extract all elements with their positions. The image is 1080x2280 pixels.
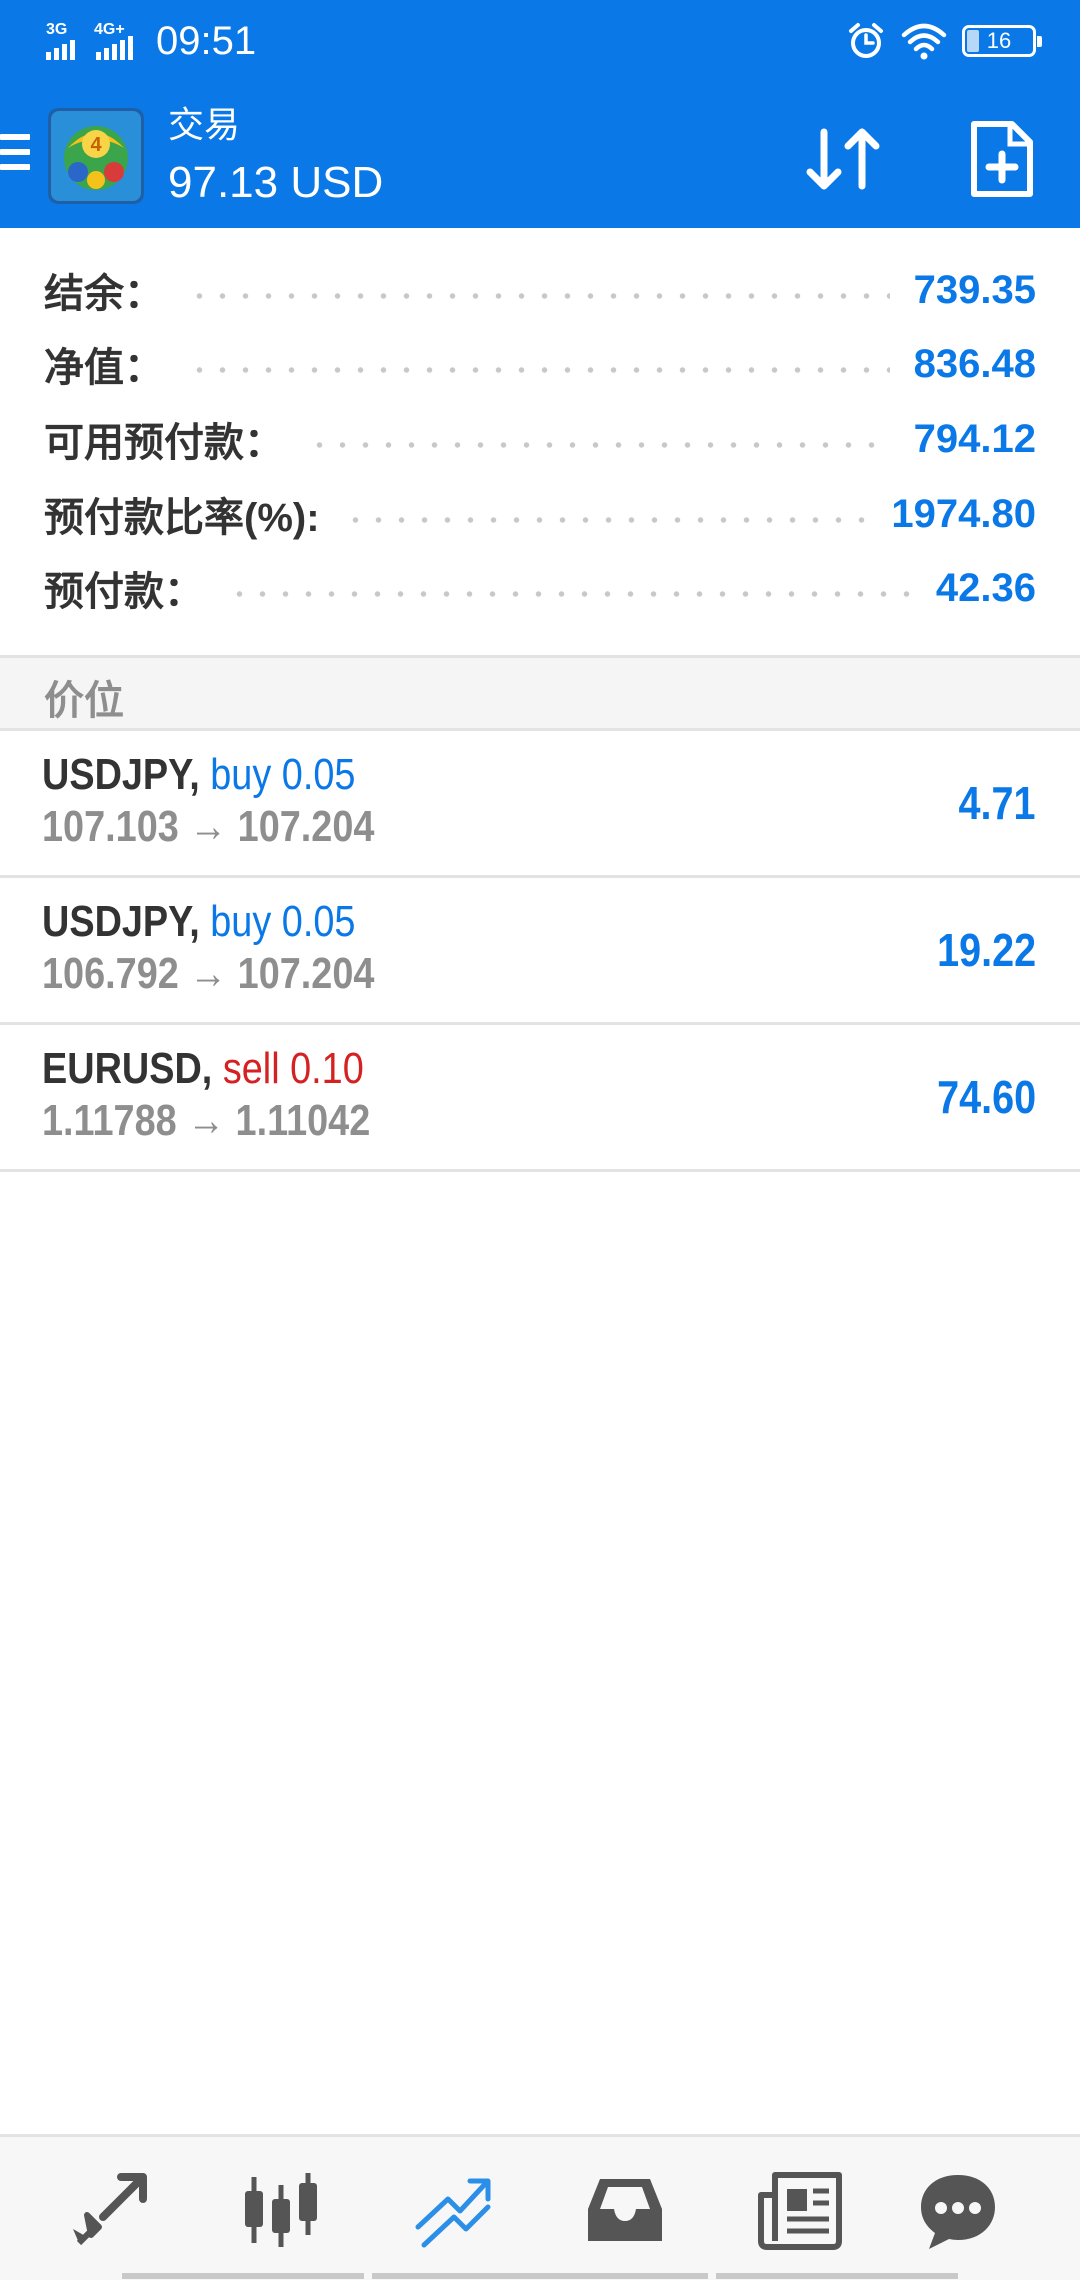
position-profit: 4.71 bbox=[959, 777, 1036, 829]
section-header-positions: 价位 bbox=[0, 655, 1080, 731]
summary-row-margin-level: 预付款比率(%): 1974.80 bbox=[44, 484, 1036, 544]
nav-history[interactable] bbox=[580, 2165, 670, 2255]
wifi-icon bbox=[901, 23, 947, 60]
summary-label: 预付款： bbox=[44, 570, 204, 614]
position-prices: 1.11788 → 1.11042 bbox=[42, 1096, 371, 1145]
account-summary: 结余： 739.35 净值： 836.48 可用预付款： 794.12 预付款比… bbox=[0, 228, 1080, 656]
nav-chart[interactable] bbox=[236, 2165, 326, 2255]
nav-indicator bbox=[122, 2273, 364, 2279]
alarm-icon bbox=[849, 23, 883, 58]
summary-value: 1974.80 bbox=[891, 491, 1036, 536]
position-row[interactable]: USDJPY, buy 0.05 107.103 → 107.204 4.71 bbox=[0, 731, 1080, 878]
dot-leader bbox=[308, 442, 890, 448]
sort-icon[interactable] bbox=[800, 116, 886, 202]
section-title: 价位 bbox=[44, 679, 124, 723]
summary-label: 结余： bbox=[44, 272, 164, 316]
position-profit: 19.22 bbox=[936, 924, 1036, 976]
svg-text:4G+: 4G+ bbox=[94, 21, 125, 38]
page-title: 交易 bbox=[168, 104, 241, 145]
position-side: buy 0.05 bbox=[210, 897, 356, 946]
position-row[interactable]: USDJPY, buy 0.05 106.792 → 107.204 19.22 bbox=[0, 878, 1080, 1025]
positions-list: USDJPY, buy 0.05 107.103 → 107.204 4.71 … bbox=[0, 731, 1080, 1172]
svg-text:3G: 3G bbox=[46, 21, 67, 38]
new-order-icon[interactable] bbox=[962, 116, 1042, 202]
news-icon bbox=[758, 2172, 842, 2250]
chart-candles-icon bbox=[245, 2173, 317, 2247]
status-time: 09:51 bbox=[156, 19, 257, 63]
dot-leader bbox=[188, 367, 890, 373]
quotes-icon bbox=[73, 2173, 147, 2246]
summary-row-free-margin: 可用预付款： 794.12 bbox=[44, 409, 1036, 469]
position-prices: 107.103 → 107.204 bbox=[42, 802, 375, 851]
summary-row-balance: 结余： 739.35 bbox=[44, 260, 1036, 320]
summary-label: 可用预付款： bbox=[44, 421, 284, 465]
summary-label: 预付款比率(%): bbox=[44, 496, 320, 540]
svg-text:4: 4 bbox=[90, 134, 102, 156]
summary-row-margin: 预付款： 42.36 bbox=[44, 558, 1036, 618]
signal-icon: 3G 4G+ bbox=[46, 21, 133, 60]
history-inbox-icon bbox=[588, 2179, 662, 2241]
position-side: buy 0.05 bbox=[210, 750, 356, 799]
status-bar: 3G 4G+ 09:51 16 bbox=[0, 0, 1080, 80]
summary-value: 739.35 bbox=[913, 267, 1036, 312]
dot-leader bbox=[343, 517, 868, 523]
trade-icon bbox=[415, 2178, 491, 2248]
position-prices: 106.792 → 107.204 bbox=[42, 949, 375, 998]
position-row[interactable]: EURUSD, sell 0.10 1.11788 → 1.11042 74.6… bbox=[0, 1025, 1080, 1172]
summary-value: 42.36 bbox=[935, 565, 1036, 610]
summary-row-equity: 净值： 836.48 bbox=[44, 334, 1036, 394]
position-symbol: EURUSD, bbox=[42, 1044, 213, 1093]
position-symbol: USDJPY, bbox=[42, 897, 200, 946]
menu-icon[interactable] bbox=[0, 134, 30, 178]
summary-value: 836.48 bbox=[913, 341, 1036, 386]
nav-indicator bbox=[372, 2273, 708, 2279]
battery-icon: 16 bbox=[962, 25, 1042, 57]
summary-value: 794.12 bbox=[913, 416, 1036, 461]
dot-leader bbox=[188, 293, 890, 299]
battery-level: 16 bbox=[986, 28, 1012, 53]
nav-news[interactable] bbox=[755, 2165, 845, 2255]
app-toolbar: 4 交易 97.13 USD bbox=[0, 80, 1080, 228]
dot-leader bbox=[228, 591, 912, 597]
profit-total: 97.13 USD bbox=[168, 158, 384, 207]
nav-quotes[interactable] bbox=[65, 2165, 155, 2255]
summary-label: 净值： bbox=[44, 346, 164, 390]
position-side: sell 0.10 bbox=[222, 1044, 364, 1093]
bottom-nav bbox=[0, 2134, 1080, 2280]
nav-trade[interactable] bbox=[408, 2165, 498, 2255]
position-profit: 74.60 bbox=[936, 1071, 1036, 1123]
chat-icon bbox=[921, 2175, 995, 2249]
nav-chat[interactable] bbox=[913, 2165, 1003, 2255]
position-symbol: USDJPY, bbox=[42, 750, 200, 799]
nav-indicator bbox=[716, 2273, 958, 2279]
app-logo[interactable]: 4 bbox=[48, 108, 144, 204]
